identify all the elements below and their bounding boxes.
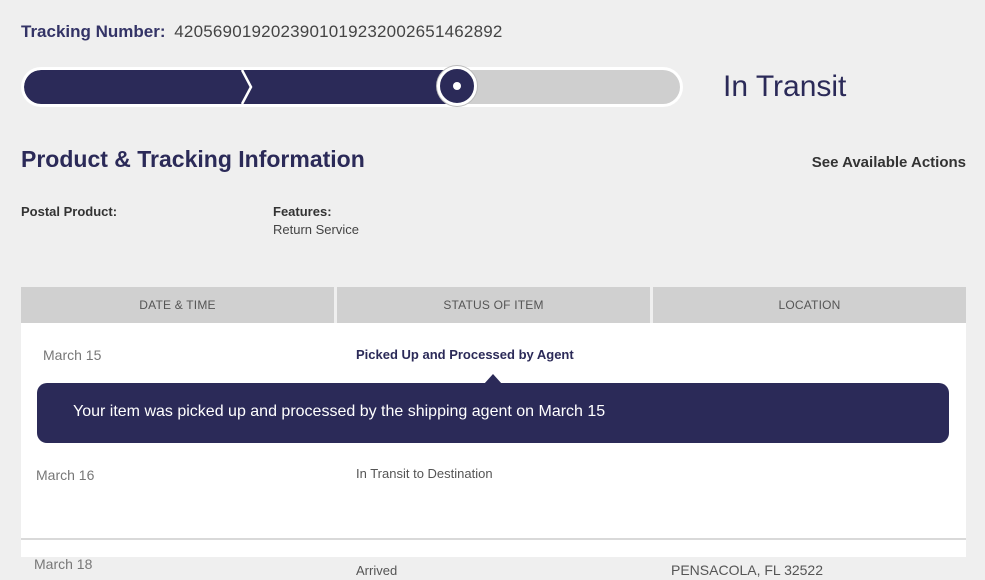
see-available-actions-link[interactable]: See Available Actions xyxy=(812,154,966,171)
row-date: March 16 xyxy=(36,467,95,483)
postal-product-label: Postal Product: xyxy=(21,204,118,219)
progress-step-divider xyxy=(240,70,253,104)
progress-bar xyxy=(21,66,683,107)
row-date: March 15 xyxy=(43,347,102,363)
row-status: In Transit to Destination xyxy=(356,466,493,481)
status-tooltip: Your item was picked up and processed by… xyxy=(37,374,949,443)
progress-current-marker xyxy=(437,66,477,106)
features-label: Features: xyxy=(273,204,332,219)
tracking-number-value: 420569019202390101923200265146289​2 xyxy=(174,22,503,41)
tooltip-arrow xyxy=(484,374,502,384)
row-status: Picked Up and Processed by Agent xyxy=(356,347,574,362)
row-date: March 18 xyxy=(34,556,93,572)
tooltip-message: Your item was picked up and processed by… xyxy=(73,403,606,420)
column-header-date-time: DATE & TIME xyxy=(21,287,337,323)
progress-marker-dot xyxy=(453,82,461,90)
column-header-status: STATUS OF ITEM xyxy=(337,287,653,323)
tracking-number-line: Tracking Number: 42056901920239010192320… xyxy=(21,22,503,42)
table-header: DATE & TIME STATUS OF ITEM LOCATION xyxy=(21,287,966,323)
features-value: Return Service xyxy=(273,222,359,237)
column-header-location: LOCATION xyxy=(778,298,841,312)
table-row[interactable]: March 18 Arrived PENSACOLA, FL 32522 xyxy=(21,540,966,580)
section-title: Product & Tracking Information xyxy=(21,146,365,172)
row-status: Arrived xyxy=(356,563,398,578)
table-row[interactable]: March 16 In Transit to Destination xyxy=(21,466,966,539)
row-location: PENSACOLA, FL 32522 xyxy=(671,562,824,578)
progress-track xyxy=(24,70,680,104)
tracking-status: In Transit xyxy=(723,70,847,103)
tracking-number-label: Tracking Number: xyxy=(21,22,166,41)
